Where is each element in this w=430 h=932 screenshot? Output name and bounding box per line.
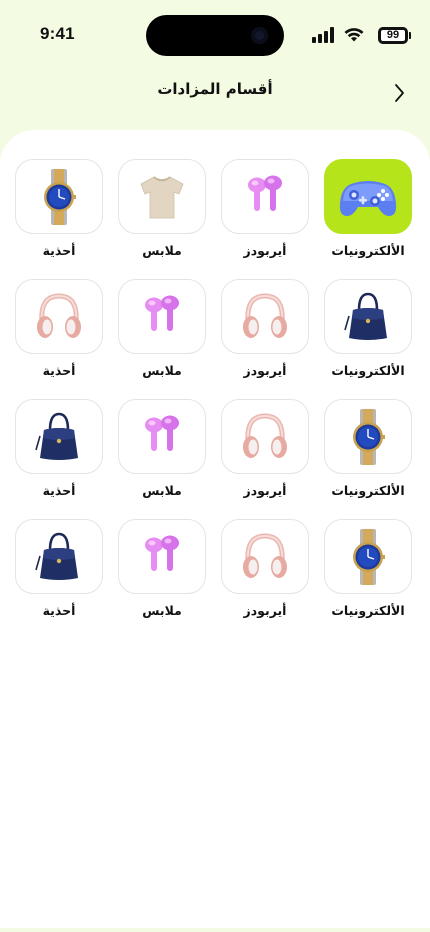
category-tile[interactable] bbox=[118, 279, 206, 354]
category-tile[interactable] bbox=[15, 399, 103, 474]
handbag-icon bbox=[34, 410, 84, 464]
earbuds-icon bbox=[243, 173, 287, 221]
dynamic-island bbox=[146, 15, 284, 56]
category-label: أحذية bbox=[42, 363, 76, 378]
headphones-icon bbox=[33, 290, 85, 344]
category-item[interactable]: الألكترونيات bbox=[324, 159, 412, 258]
wristwatch-icon bbox=[39, 168, 79, 226]
category-tile[interactable] bbox=[15, 159, 103, 234]
headphones-icon bbox=[239, 410, 291, 464]
cellular-signal-icon bbox=[312, 27, 334, 43]
headphones-icon bbox=[239, 290, 291, 344]
status-bar: 9:41 99 bbox=[0, 0, 430, 70]
category-tile[interactable] bbox=[221, 279, 309, 354]
handbag-icon bbox=[343, 290, 393, 344]
game-controller-icon bbox=[337, 174, 399, 220]
category-label: الألكترونيات bbox=[331, 483, 405, 498]
earbuds-icon bbox=[140, 293, 184, 341]
category-item[interactable]: أحذية bbox=[15, 279, 103, 378]
bottom-edge bbox=[0, 928, 430, 932]
category-item[interactable]: ملابس bbox=[118, 279, 206, 378]
earbuds-icon bbox=[140, 413, 184, 461]
battery-level: 99 bbox=[381, 30, 405, 41]
category-tile[interactable] bbox=[15, 279, 103, 354]
category-label: أحذية bbox=[42, 243, 76, 258]
category-label: أيربودز bbox=[243, 483, 287, 498]
status-time: 9:41 bbox=[40, 24, 75, 43]
category-label: ملابس bbox=[142, 363, 182, 378]
handbag-icon bbox=[34, 530, 84, 584]
category-label: الألكترونيات bbox=[331, 603, 405, 618]
category-item[interactable]: أحذية bbox=[15, 519, 103, 618]
wristwatch-icon bbox=[348, 528, 388, 586]
category-item[interactable]: أيربودز bbox=[221, 159, 309, 258]
category-label: ملابس bbox=[142, 603, 182, 618]
category-label: ملابس bbox=[142, 483, 182, 498]
category-item[interactable]: ملابس bbox=[118, 399, 206, 498]
camera-icon bbox=[251, 27, 268, 44]
back-button[interactable] bbox=[385, 78, 413, 108]
category-tile[interactable] bbox=[221, 399, 309, 474]
category-tile[interactable] bbox=[324, 279, 412, 354]
category-item[interactable]: الألكترونيات bbox=[324, 399, 412, 498]
earbuds-icon bbox=[140, 533, 184, 581]
category-label: أحذية bbox=[42, 603, 76, 618]
category-label: الألكترونيات bbox=[331, 363, 405, 378]
category-item[interactable]: أيربودز bbox=[221, 519, 309, 618]
category-tile[interactable] bbox=[221, 159, 309, 234]
category-tile[interactable] bbox=[324, 519, 412, 594]
wristwatch-icon bbox=[348, 408, 388, 466]
category-tile[interactable] bbox=[118, 519, 206, 594]
category-item[interactable]: أحذية bbox=[15, 399, 103, 498]
category-label: ملابس bbox=[142, 243, 182, 258]
tshirt-icon bbox=[136, 171, 188, 223]
categories-panel: الألكترونيات أيربودز ملابس أحذية الألكتر… bbox=[0, 130, 430, 932]
category-item[interactable]: أيربودز bbox=[221, 399, 309, 498]
category-item[interactable]: ملابس bbox=[118, 519, 206, 618]
battery-cap bbox=[409, 32, 411, 39]
category-item[interactable]: أحذية bbox=[15, 159, 103, 258]
category-tile[interactable] bbox=[324, 159, 412, 234]
battery-icon: 99 bbox=[378, 27, 408, 44]
category-tile[interactable] bbox=[324, 399, 412, 474]
category-label: أيربودز bbox=[243, 243, 287, 258]
headphones-icon bbox=[239, 530, 291, 584]
category-item[interactable]: أيربودز bbox=[221, 279, 309, 378]
category-label: أحذية bbox=[42, 483, 76, 498]
category-tile[interactable] bbox=[221, 519, 309, 594]
category-label: أيربودز bbox=[243, 603, 287, 618]
category-item[interactable]: الألكترونيات bbox=[324, 519, 412, 618]
category-tile[interactable] bbox=[118, 159, 206, 234]
wifi-icon bbox=[344, 28, 364, 42]
category-label: أيربودز bbox=[243, 363, 287, 378]
category-tile[interactable] bbox=[15, 519, 103, 594]
category-tile[interactable] bbox=[118, 399, 206, 474]
category-item[interactable]: الألكترونيات bbox=[324, 279, 412, 378]
chevron-right-icon bbox=[395, 84, 404, 102]
category-label: الألكترونيات bbox=[331, 243, 405, 258]
page-title: أقسام المزادات bbox=[157, 80, 273, 98]
category-item[interactable]: ملابس bbox=[118, 159, 206, 258]
